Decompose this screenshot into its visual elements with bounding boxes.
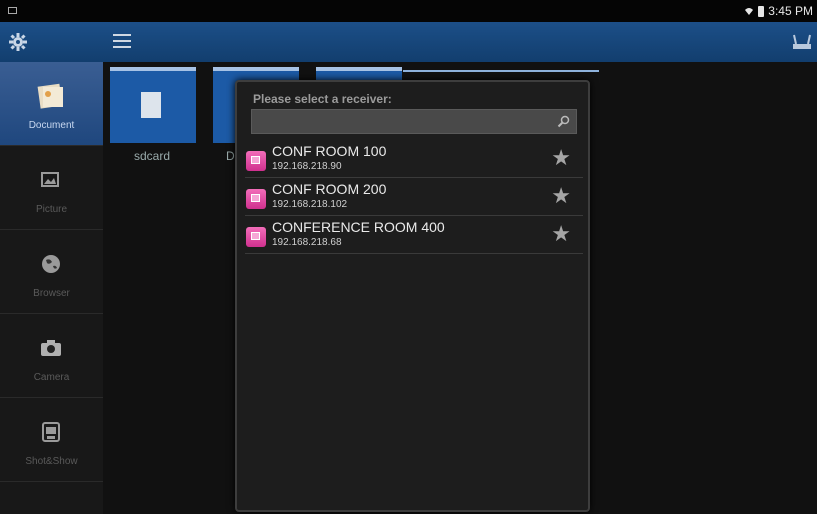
favorite-star-icon[interactable]: ★ bbox=[551, 147, 571, 169]
folder-strip bbox=[403, 70, 599, 72]
receiver-device-icon bbox=[246, 189, 266, 209]
folder-icon bbox=[141, 92, 161, 118]
folder-label: sdcard bbox=[134, 149, 171, 163]
receiver-ip: 192.168.218.68 bbox=[272, 237, 342, 248]
favorite-star-icon[interactable]: ★ bbox=[551, 185, 571, 207]
receiver-name: CONF ROOM 100 bbox=[272, 143, 387, 159]
status-time: 3:45 PM bbox=[768, 4, 813, 18]
search-icon[interactable] bbox=[557, 115, 570, 128]
folder-label: D bbox=[226, 149, 235, 163]
top-action-bar bbox=[0, 22, 817, 62]
document-icon bbox=[37, 83, 63, 109]
sidebar-item-picture[interactable]: Picture bbox=[0, 146, 103, 230]
battery-icon bbox=[758, 5, 765, 17]
sidebar-item-label: Browser bbox=[33, 288, 70, 299]
sidebar-item-shot-and-show[interactable]: Shot&Show bbox=[0, 398, 103, 482]
sidebar: Document Picture Browser Camera Shot&Sho… bbox=[0, 62, 103, 514]
receiver-ip: 192.168.218.102 bbox=[272, 199, 348, 210]
favorite-star-icon[interactable]: ★ bbox=[551, 223, 571, 245]
sidebar-item-label: Picture bbox=[35, 204, 68, 215]
status-bar: 3:45 PM bbox=[0, 0, 817, 22]
receiver-item[interactable]: CONFERENCE ROOM 400 192.168.218.68 ★ bbox=[245, 216, 583, 254]
shot-and-show-icon bbox=[42, 422, 60, 442]
sidebar-item-camera[interactable]: Camera bbox=[0, 314, 103, 398]
sidebar-item-document[interactable]: Document bbox=[0, 62, 103, 146]
receiver-ip: 192.168.218.90 bbox=[272, 161, 342, 172]
camera-icon bbox=[41, 340, 61, 356]
folder-tile-sdcard[interactable] bbox=[110, 67, 196, 143]
receiver-item[interactable]: CONF ROOM 100 192.168.218.90 ★ bbox=[245, 140, 583, 178]
receiver-name: CONF ROOM 200 bbox=[272, 181, 387, 197]
receiver-name: CONFERENCE ROOM 400 bbox=[272, 219, 445, 235]
wifi-icon bbox=[745, 8, 754, 15]
dialog-title: Please select a receiver: bbox=[253, 92, 392, 106]
screenshot-notification-icon bbox=[8, 7, 17, 14]
receiver-device-icon bbox=[246, 151, 266, 171]
settings-gear-icon[interactable] bbox=[8, 32, 28, 52]
receiver-connect-icon[interactable] bbox=[791, 32, 813, 52]
globe-icon bbox=[42, 255, 60, 273]
sidebar-item-label: Camera bbox=[33, 372, 70, 383]
receiver-select-dialog: Please select a receiver: CONF ROOM 100 … bbox=[235, 80, 590, 512]
sidebar-item-label: Document bbox=[28, 120, 75, 131]
receiver-device-icon bbox=[246, 227, 266, 247]
receiver-item[interactable]: CONF ROOM 200 192.168.218.102 ★ bbox=[245, 178, 583, 216]
menu-icon[interactable] bbox=[113, 34, 131, 48]
sidebar-item-label: Shot&Show bbox=[25, 456, 78, 467]
receiver-search-input[interactable] bbox=[252, 110, 560, 135]
receiver-search-box[interactable] bbox=[251, 109, 577, 135]
picture-icon bbox=[41, 172, 59, 187]
sidebar-item-browser[interactable]: Browser bbox=[0, 230, 103, 314]
status-bar-right: 3:45 PM bbox=[744, 3, 813, 19]
